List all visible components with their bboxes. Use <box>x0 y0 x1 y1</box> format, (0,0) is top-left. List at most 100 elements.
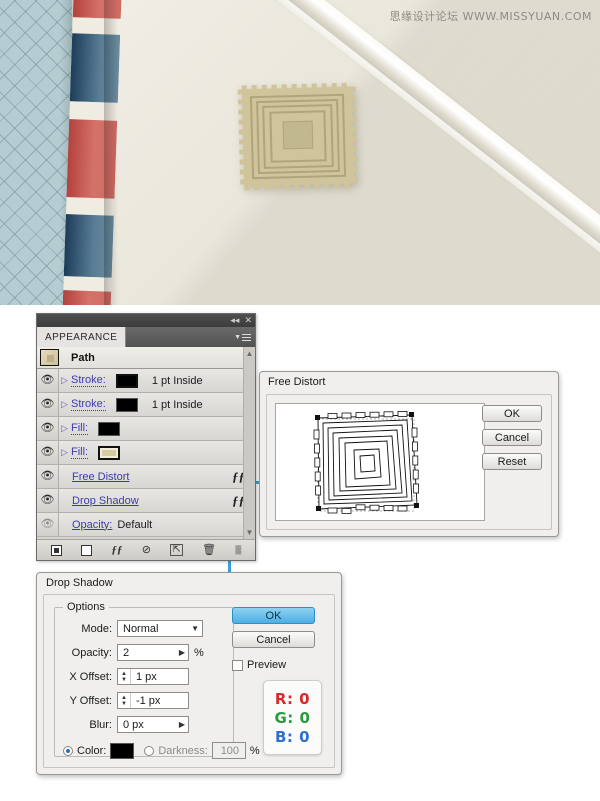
x-offset-field-row: X Offset: ▲ ▼ 1 px <box>59 668 189 685</box>
visibility-eye-icon[interactable]: 👁 <box>37 441 59 464</box>
free-distort-cancel-button[interactable]: Cancel <box>482 429 542 446</box>
scroll-up-arrow-icon[interactable]: ▲ <box>246 349 254 358</box>
free-distort-reset-button[interactable]: Reset <box>482 453 542 470</box>
darkness-radio[interactable] <box>144 745 155 756</box>
tab-appearance-label: APPEARANCE <box>45 331 118 343</box>
appearance-opacity-label[interactable]: Opacity: <box>72 519 112 531</box>
appearance-panel-titlebar[interactable]: ◂◂ ✕ <box>37 314 255 327</box>
shadow-color-swatch[interactable] <box>110 742 135 759</box>
y-offset-stepper[interactable]: ▲ ▼ <box>121 693 131 708</box>
tabrow-filler <box>126 327 230 347</box>
mode-select[interactable]: Normal ▼ <box>117 620 203 637</box>
appearance-row-label[interactable]: Stroke: <box>71 374 106 387</box>
appearance-row-label[interactable]: Fill: <box>71 446 89 459</box>
fill-color-swatch[interactable] <box>98 421 121 436</box>
drop-shadow-dialog[interactable]: Drop Shadow Options Mode: Normal ▼ Opaci… <box>36 572 342 775</box>
visibility-eye-icon[interactable]: 👁 <box>37 393 59 416</box>
tab-appearance[interactable]: APPEARANCE <box>37 327 127 347</box>
appearance-row-meta[interactable]: 1 pt Inside <box>152 375 203 387</box>
opacity-value: 2 <box>123 646 130 659</box>
chevron-down-icon[interactable]: ▼ <box>187 624 199 633</box>
appearance-row-label[interactable]: Fill: <box>71 422 89 435</box>
clear-appearance-icon[interactable]: ⊘ <box>142 544 151 556</box>
collapse-icon[interactable]: ◂◂ <box>230 316 239 325</box>
mode-label: Mode: <box>81 622 112 635</box>
appearance-row-fill-2[interactable]: 👁 ▷ Fill: <box>37 441 255 465</box>
y-offset-value: -1 px <box>135 694 161 707</box>
color-radio[interactable] <box>63 745 73 756</box>
appearance-row-fill-1[interactable]: 👁 ▷ Fill: <box>37 417 255 441</box>
blur-field-row: Blur: 0 px ▶ <box>59 716 189 733</box>
disclosure-triangle-icon[interactable]: ▷ <box>59 375 70 386</box>
x-offset-label: X Offset: <box>69 670 112 683</box>
stroke-color-swatch[interactable] <box>115 373 138 388</box>
fill-color-swatch[interactable] <box>98 445 121 460</box>
free-distort-ok-button[interactable]: OK <box>482 405 542 422</box>
preview-checkbox-row[interactable]: Preview <box>232 659 324 671</box>
drop-shadow-ok-button[interactable]: OK <box>232 607 315 624</box>
darkness-input[interactable]: 100 <box>211 742 246 759</box>
appearance-row-stroke-1[interactable]: 👁 ▷ Stroke: 1 pt Inside <box>37 369 255 393</box>
drop-shadow-cancel-button[interactable]: Cancel <box>232 631 315 648</box>
appearance-target-row[interactable]: Path <box>37 347 255 369</box>
stroke-color-swatch[interactable] <box>115 397 138 412</box>
appearance-row-opacity[interactable]: 👁 Opacity: Default <box>37 513 255 537</box>
slider-popup-icon[interactable]: ▶ <box>175 720 185 729</box>
opacity-input[interactable]: 2 ▶ <box>117 644 189 661</box>
appearance-row-stroke-2[interactable]: 👁 ▷ Stroke: 1 pt Inside <box>37 393 255 417</box>
free-distort-dialog-buttons[interactable]: OK Cancel Reset <box>482 405 542 470</box>
appearance-opacity-value[interactable]: Default <box>117 519 152 531</box>
appearance-row-label[interactable]: Stroke: <box>71 398 106 411</box>
drop-shadow-options-group: Options Mode: Normal ▼ Opacity: 2 ▶ % X … <box>54 601 260 759</box>
appearance-target-label: Path <box>71 351 95 364</box>
free-distort-dialog[interactable]: Free Distort OK Cancel Reset <box>259 371 559 537</box>
scroll-down-arrow-icon[interactable]: ▼ <box>246 528 254 537</box>
visibility-eye-icon[interactable]: 👁 <box>37 489 59 512</box>
color-darkness-row: Color: Darkness: 100 % <box>63 742 260 759</box>
opacity-unit: % <box>194 646 204 659</box>
visibility-eye-icon[interactable]: 👁 <box>37 417 59 440</box>
add-new-stroke-icon[interactable] <box>50 544 62 556</box>
free-distort-preview-svg[interactable] <box>276 404 484 522</box>
rgb-blue-value: B: 0 <box>274 727 311 746</box>
mode-value: Normal <box>123 622 159 635</box>
free-distort-preview[interactable] <box>275 403 485 521</box>
slider-popup-icon[interactable]: ▶ <box>175 648 185 657</box>
stripes-shadow <box>104 0 118 305</box>
disclosure-triangle-icon[interactable]: ▷ <box>59 447 70 458</box>
appearance-panel-footer[interactable]: ƒƒ ⊘ ⇱ 🗑 ▓ <box>37 539 255 560</box>
duplicate-item-icon[interactable]: ⇱ <box>170 544 183 556</box>
y-offset-input[interactable]: ▲ ▼ -1 px <box>117 692 189 709</box>
close-icon[interactable]: ✕ <box>244 316 252 325</box>
visibility-eye-icon[interactable]: 👁 <box>37 513 59 536</box>
x-offset-input[interactable]: ▲ ▼ 1 px <box>117 668 189 685</box>
panel-menu-icon[interactable]: ▼ <box>230 327 255 347</box>
disclosure-triangle-icon[interactable]: ▷ <box>59 399 70 410</box>
add-new-fill-icon[interactable] <box>81 544 93 556</box>
preview-checkbox[interactable] <box>232 659 243 671</box>
opacity-label: Opacity: <box>71 646 112 659</box>
appearance-panel-scrollbar[interactable]: ▲ ▼ <box>243 347 255 539</box>
appearance-row-free-distort[interactable]: 👁 Free Distort ƒƒ <box>37 465 255 489</box>
preview-label: Preview <box>247 659 287 671</box>
resize-grip-icon[interactable]: ▓ <box>235 546 241 554</box>
drop-shadow-dialog-title: Drop Shadow <box>46 577 113 589</box>
rgb-green-value: G: 0 <box>274 708 311 727</box>
disclosure-triangle-icon[interactable]: ▷ <box>59 423 70 434</box>
appearance-effect-label-free-distort[interactable]: Free Distort <box>72 471 129 483</box>
appearance-row-drop-shadow[interactable]: 👁 Drop Shadow ƒƒ <box>37 489 255 513</box>
appearance-row-meta[interactable]: 1 pt Inside <box>152 399 203 411</box>
visibility-eye-icon[interactable]: 👁 <box>37 369 59 392</box>
delete-item-icon[interactable]: 🗑 <box>202 544 216 556</box>
appearance-panel-tabrow[interactable]: APPEARANCE ▼ <box>37 327 255 347</box>
appearance-effect-label-drop-shadow[interactable]: Drop Shadow <box>72 495 139 507</box>
drop-shadow-buttons-column[interactable]: OK Cancel Preview <box>232 607 324 671</box>
appearance-panel[interactable]: ◂◂ ✕ APPEARANCE ▼ Path 👁 ▷ Stroke: 1 pt … <box>36 313 256 561</box>
drop-shadow-dialog-inner: Options Mode: Normal ▼ Opacity: 2 ▶ % X … <box>43 594 335 768</box>
rgb-red-value: R: 0 <box>274 689 311 708</box>
add-new-effect-icon[interactable]: ƒƒ <box>111 544 122 556</box>
mode-field-row: Mode: Normal ▼ <box>59 620 203 637</box>
x-offset-stepper[interactable]: ▲ ▼ <box>121 669 131 684</box>
blur-input[interactable]: 0 px ▶ <box>117 716 189 733</box>
visibility-eye-icon[interactable]: 👁 <box>37 465 59 488</box>
